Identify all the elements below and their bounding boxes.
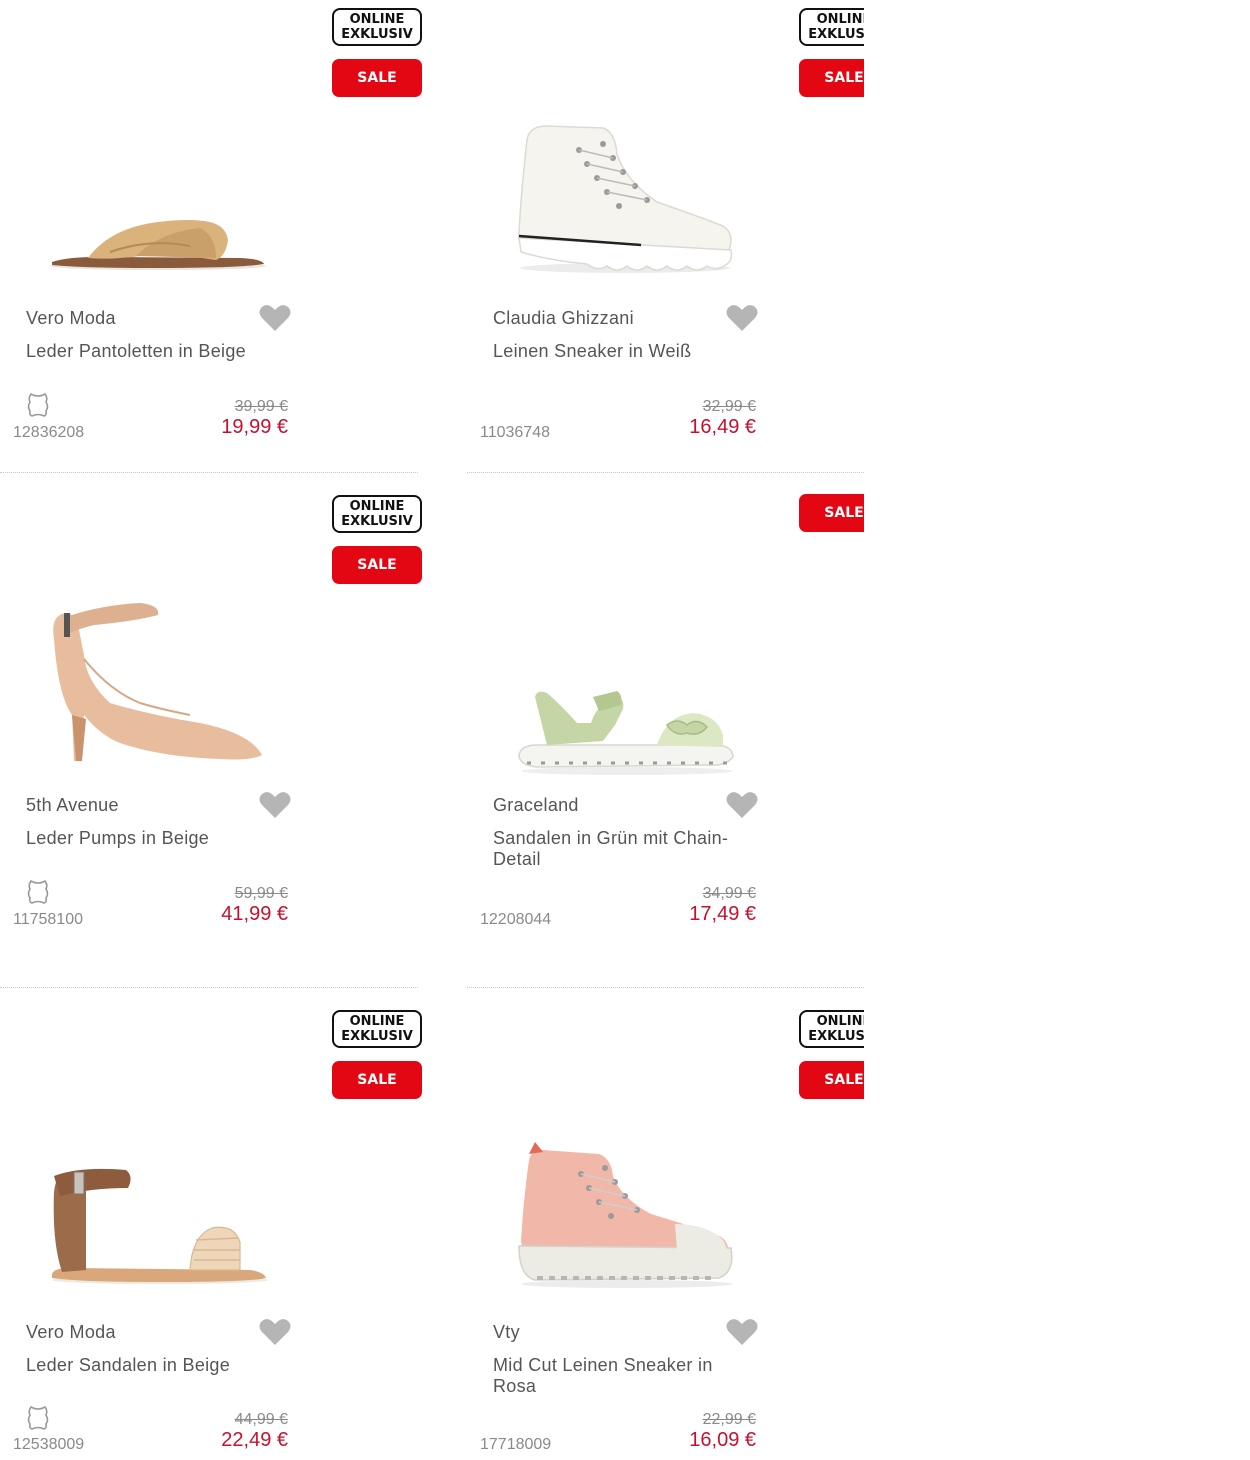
heart-icon[interactable] <box>726 791 758 819</box>
product-image[interactable] <box>507 110 747 290</box>
product-brand[interactable]: Vero Moda <box>26 308 116 329</box>
product-brand[interactable]: Vty <box>493 1322 520 1343</box>
row-divider <box>0 472 418 473</box>
old-price: 34,99 € <box>702 885 756 902</box>
product-brand[interactable]: 5th Avenue <box>26 795 119 816</box>
heart-icon[interactable] <box>259 1318 291 1346</box>
row-divider <box>467 472 864 473</box>
product-card[interactable]: ONLINE EXKLUSIV SALE 5th Avenue Leder Pu… <box>0 487 422 973</box>
product-image[interactable] <box>40 110 280 290</box>
old-price: 39,99 € <box>234 398 288 415</box>
product-title[interactable]: Leinen Sneaker in Weiß <box>493 341 753 362</box>
heart-icon[interactable] <box>259 791 291 819</box>
sale-price: 16,49 € <box>689 416 756 438</box>
online-exclusive-badge: ONLINE EXKLUSIV <box>799 1010 864 1048</box>
online-exclusive-badge: ONLINE EXKLUSIV <box>332 495 422 533</box>
row-divider <box>0 987 418 988</box>
product-title[interactable]: Sandalen in Grün mit Chain-Detail <box>493 828 753 870</box>
sale-badge: SALE <box>799 494 864 532</box>
product-image[interactable] <box>507 595 747 775</box>
sale-price: 19,99 € <box>221 416 288 438</box>
online-exclusive-badge: ONLINE EXKLUSIV <box>332 1010 422 1048</box>
heart-icon[interactable] <box>259 304 291 332</box>
leather-icon <box>27 1405 49 1430</box>
leather-icon <box>27 879 49 904</box>
product-image[interactable] <box>40 595 280 775</box>
sale-badge: SALE <box>332 59 422 97</box>
sale-price: 17,49 € <box>689 903 756 925</box>
product-sku: 12836208 <box>13 424 85 441</box>
old-price: 22,99 € <box>702 1411 756 1428</box>
product-sku: 11758100 <box>13 911 83 928</box>
heart-icon[interactable] <box>726 304 758 332</box>
sale-badge: SALE <box>799 59 864 97</box>
sale-price: 41,99 € <box>221 903 288 925</box>
product-sku: 12208044 <box>480 911 552 928</box>
sale-badge: SALE <box>799 1061 864 1099</box>
product-title[interactable]: Leder Pumps in Beige <box>26 828 286 849</box>
sale-badge: SALE <box>332 1061 422 1099</box>
product-title[interactable]: Leder Sandalen in Beige <box>26 1355 286 1376</box>
product-sku: 17718009 <box>480 1436 552 1453</box>
product-sku: 12538009 <box>13 1436 85 1453</box>
online-exclusive-badge: ONLINE EXKLUSIV <box>332 8 422 46</box>
product-card[interactable]: SALE Graceland Sandalen in Grün mit Chai… <box>467 487 864 973</box>
product-image[interactable] <box>40 1132 280 1312</box>
product-brand[interactable]: Claudia Ghizzani <box>493 308 634 329</box>
row-divider <box>467 987 864 988</box>
product-sku: 11036748 <box>480 424 550 441</box>
sale-price: 16,09 € <box>689 1429 756 1451</box>
sale-badge: SALE <box>332 546 422 584</box>
product-title[interactable]: Leder Pantoletten in Beige <box>26 341 286 362</box>
heart-icon[interactable] <box>726 1318 758 1346</box>
old-price: 44,99 € <box>234 1411 288 1428</box>
product-card[interactable]: ONLINE EXKLUSIV SALE Vero Moda Leder Pan… <box>0 0 422 486</box>
product-title[interactable]: Mid Cut Leinen Sneaker in Rosa <box>493 1355 753 1397</box>
product-card[interactable]: ONLINE EXKLUSIV SALE Claudia Ghizzani Le… <box>467 0 864 486</box>
sale-price: 22,49 € <box>221 1429 288 1451</box>
product-image[interactable] <box>507 1132 747 1312</box>
product-brand[interactable]: Graceland <box>493 795 579 816</box>
product-card[interactable]: ONLINE EXKLUSIV SALE Vty Mid Cut Leinen … <box>467 1002 864 1460</box>
old-price: 59,99 € <box>234 885 288 902</box>
online-exclusive-badge: ONLINE EXKLUSIV <box>799 8 864 46</box>
product-grid: ONLINE EXKLUSIV SALE Vero Moda Leder Pan… <box>0 0 864 1460</box>
product-brand[interactable]: Vero Moda <box>26 1322 116 1343</box>
old-price: 32,99 € <box>702 398 756 415</box>
leather-icon <box>27 392 49 417</box>
product-card[interactable]: ONLINE EXKLUSIV SALE Vero Moda Leder San… <box>0 1002 422 1460</box>
